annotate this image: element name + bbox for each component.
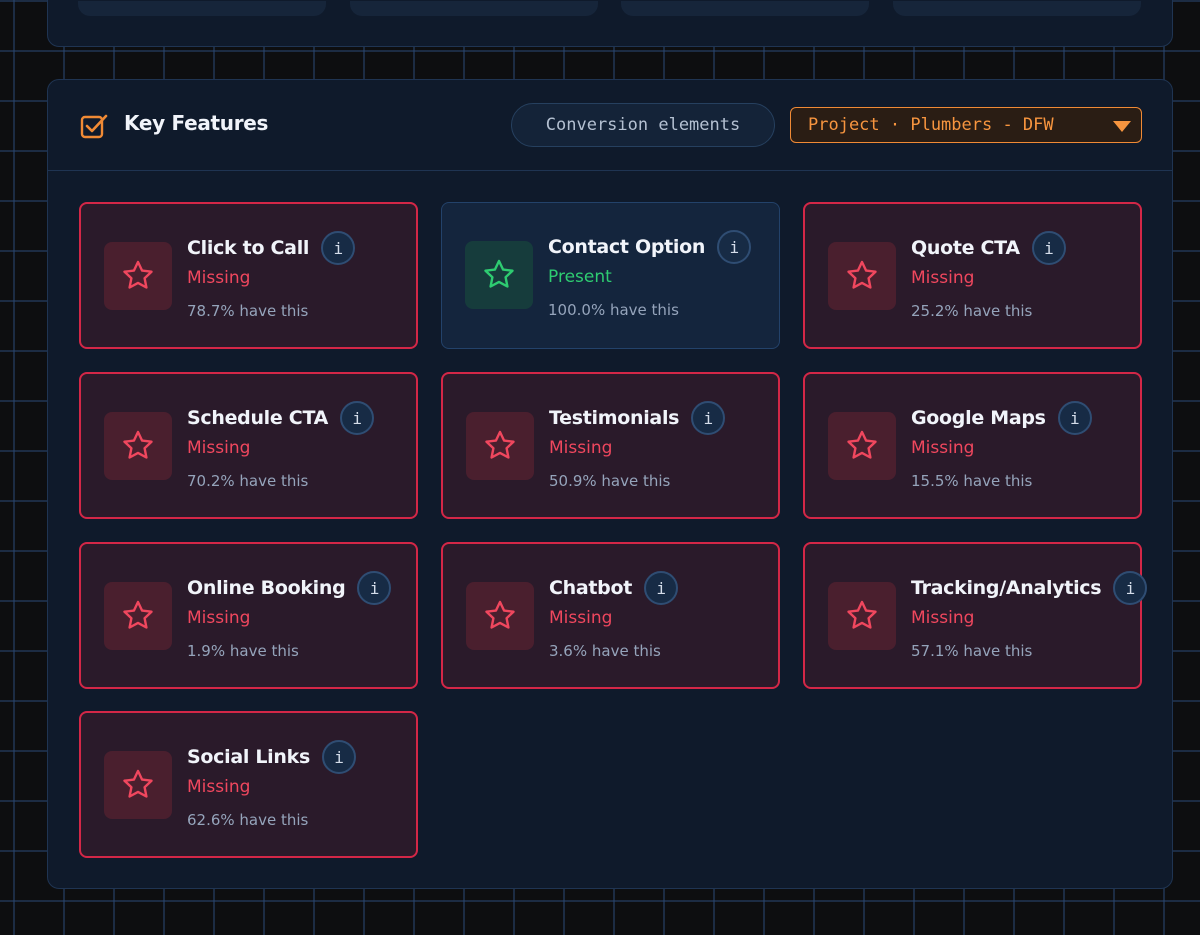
previous-panel-tile bbox=[621, 1, 869, 16]
feature-name-row: Chatbot i bbox=[549, 571, 679, 605]
previous-panel-tile bbox=[350, 1, 598, 16]
feature-name: Quote CTA bbox=[911, 237, 1020, 259]
info-icon[interactable]: i bbox=[717, 230, 752, 264]
feature-adoption: 25.2% have this bbox=[911, 302, 1033, 320]
star-icon bbox=[123, 600, 153, 629]
star-icon bbox=[847, 600, 877, 629]
star-badge bbox=[465, 241, 533, 309]
star-badge bbox=[466, 412, 534, 480]
feature-name: Social Links bbox=[187, 746, 310, 768]
feature-adoption: 100.0% have this bbox=[548, 301, 679, 319]
star-icon bbox=[485, 430, 515, 459]
feature-adoption: 57.1% have this bbox=[911, 642, 1033, 660]
feature-status: Missing bbox=[911, 268, 975, 288]
info-icon[interactable]: i bbox=[340, 401, 375, 435]
feature-card[interactable]: Tracking/Analytics i Missing 57.1% have thi… bbox=[803, 542, 1148, 689]
feature-status: Missing bbox=[187, 438, 251, 458]
feature-card[interactable]: Contact Option i Present 100.0% have this bbox=[441, 202, 780, 349]
feature-card[interactable]: Online Booking i Missing 1.9% have this bbox=[79, 542, 418, 689]
star-icon bbox=[123, 260, 153, 289]
star-icon bbox=[847, 430, 877, 459]
checkbox-icon bbox=[80, 113, 108, 141]
feature-card[interactable]: Quote CTA i Missing 25.2% have this bbox=[803, 202, 1142, 349]
previous-panel-tile bbox=[78, 1, 326, 16]
star-badge bbox=[466, 582, 534, 650]
feature-name-row: Testimonials i bbox=[549, 401, 726, 435]
star-badge bbox=[828, 412, 896, 480]
info-icon[interactable]: i bbox=[321, 231, 356, 265]
feature-status: Missing bbox=[549, 438, 613, 458]
feature-name: Online Booking bbox=[187, 577, 346, 599]
caret-down-icon bbox=[1113, 121, 1131, 132]
star-icon bbox=[123, 769, 153, 798]
feature-name: Google Maps bbox=[911, 407, 1046, 429]
project-select-value: Project · Plumbers - DFW bbox=[808, 115, 1054, 135]
feature-status: Missing bbox=[911, 608, 975, 628]
star-badge bbox=[828, 582, 896, 650]
feature-card[interactable]: Social Links i Missing 62.6% have this bbox=[79, 711, 418, 858]
feature-name-row: Google Maps i bbox=[911, 401, 1092, 435]
feature-name-row: Click to Call i bbox=[187, 231, 356, 265]
feature-name: Tracking/Analytics bbox=[911, 577, 1102, 599]
feature-status: Missing bbox=[187, 608, 251, 628]
feature-name-row: Contact Option i bbox=[548, 230, 752, 264]
feature-adoption: 3.6% have this bbox=[549, 642, 661, 660]
star-badge bbox=[104, 242, 172, 310]
star-icon bbox=[123, 430, 153, 459]
feature-adoption: 1.9% have this bbox=[187, 642, 299, 660]
feature-adoption: 70.2% have this bbox=[187, 472, 309, 490]
feature-status: Missing bbox=[549, 608, 613, 628]
feature-card[interactable]: Google Maps i Missing 15.5% have this bbox=[803, 372, 1142, 519]
feature-name: Testimonials bbox=[549, 407, 680, 429]
feature-name-row: Social Links i bbox=[187, 740, 356, 774]
star-icon bbox=[847, 260, 877, 289]
info-icon[interactable]: i bbox=[644, 571, 679, 605]
feature-card[interactable]: Schedule CTA i Missing 70.2% have this bbox=[79, 372, 418, 519]
feature-name-row: Tracking/Analytics i bbox=[911, 571, 1148, 605]
previous-panel-tile bbox=[893, 1, 1141, 16]
conversion-elements-chip[interactable]: Conversion elements bbox=[511, 103, 775, 147]
feature-status: Present bbox=[548, 267, 612, 287]
project-select[interactable]: Project · Plumbers - DFW bbox=[790, 107, 1142, 143]
feature-name: Schedule CTA bbox=[187, 407, 329, 429]
info-icon[interactable]: i bbox=[1113, 571, 1148, 605]
feature-name-row: Quote CTA i bbox=[911, 231, 1066, 265]
feature-name: Click to Call bbox=[187, 237, 310, 259]
feature-adoption: 78.7% have this bbox=[187, 302, 309, 320]
info-icon[interactable]: i bbox=[357, 571, 392, 605]
star-badge bbox=[828, 242, 896, 310]
feature-adoption: 15.5% have this bbox=[911, 472, 1033, 490]
info-icon[interactable]: i bbox=[321, 740, 356, 774]
feature-name-row: Schedule CTA i bbox=[187, 401, 375, 435]
star-icon bbox=[485, 600, 515, 629]
feature-name: Chatbot bbox=[549, 577, 633, 599]
info-icon[interactable]: i bbox=[1031, 231, 1066, 265]
star-badge bbox=[104, 751, 172, 819]
star-badge bbox=[104, 582, 172, 650]
info-icon[interactable]: i bbox=[1057, 401, 1092, 435]
star-icon bbox=[484, 259, 514, 288]
feature-card[interactable]: Click to Call i Missing 78.7% have this bbox=[79, 202, 418, 349]
feature-name: Contact Option bbox=[548, 236, 706, 258]
feature-status: Missing bbox=[187, 268, 251, 288]
section-title: Key Features bbox=[124, 111, 269, 135]
panel-header: Key Features Conversion elements Project… bbox=[48, 80, 1172, 171]
feature-card[interactable]: Chatbot i Missing 3.6% have this bbox=[441, 542, 780, 689]
feature-adoption: 62.6% have this bbox=[187, 811, 309, 829]
feature-status: Missing bbox=[187, 777, 251, 797]
feature-card[interactable]: Testimonials i Missing 50.9% have this bbox=[441, 372, 780, 519]
feature-adoption: 50.9% have this bbox=[549, 472, 671, 490]
star-badge bbox=[104, 412, 172, 480]
feature-status: Missing bbox=[911, 438, 975, 458]
previous-panel bbox=[47, 0, 1173, 47]
feature-name-row: Online Booking i bbox=[187, 571, 392, 605]
info-icon[interactable]: i bbox=[691, 401, 726, 435]
